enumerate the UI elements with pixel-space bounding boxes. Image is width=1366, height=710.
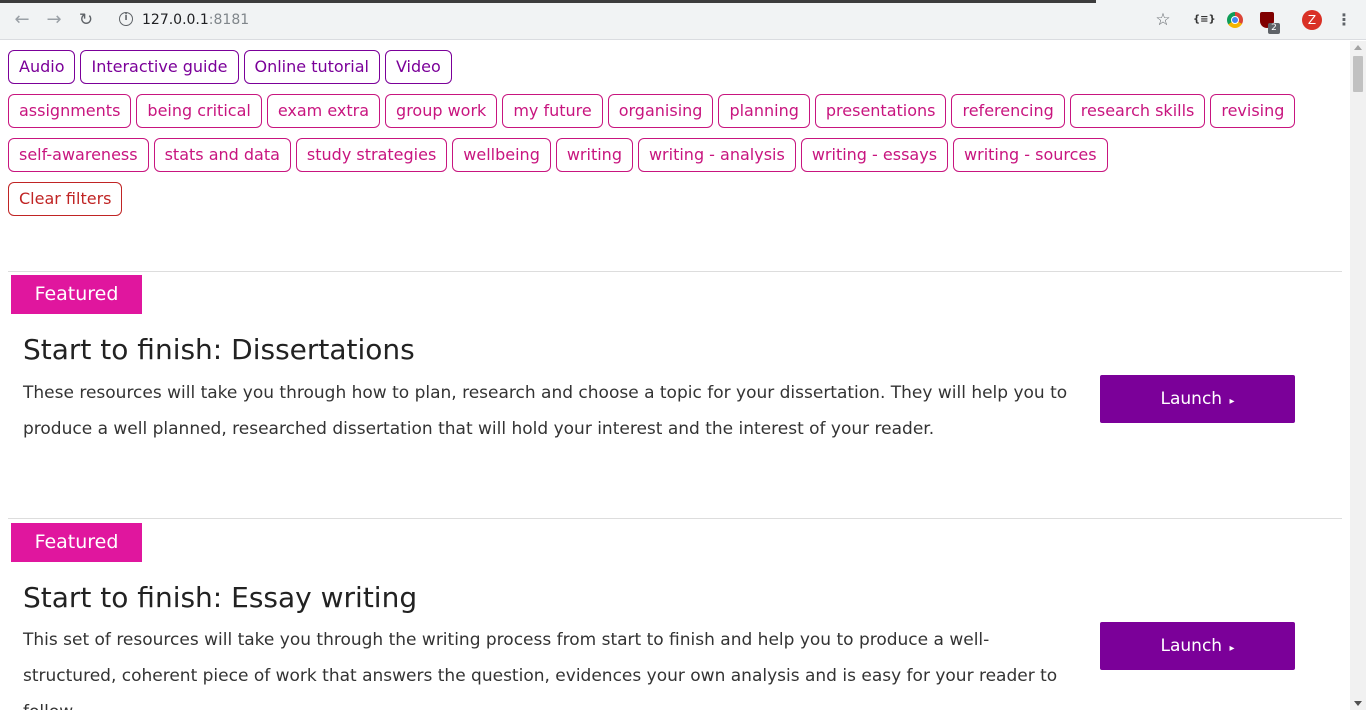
url-port: :8181 — [208, 12, 250, 28]
filter-video[interactable]: Video — [384, 50, 452, 84]
filter-writing-essays[interactable]: writing - essays — [800, 138, 949, 172]
filter-revising[interactable]: revising — [1210, 94, 1296, 128]
json-viewer-extension-icon[interactable]: {≡} — [1193, 10, 1216, 30]
filter-research-skills[interactable]: research skills — [1069, 94, 1206, 128]
url-host: 127.0.0.1 — [142, 12, 209, 28]
topic-filter-row-2: self-awareness stats and data study stra… — [8, 138, 1108, 172]
caret-right-icon: ▸ — [1229, 396, 1235, 407]
filter-writing-sources[interactable]: writing - sources — [953, 138, 1108, 172]
browser-toolbar: ← → ↻ i 127.0.0.1:8181 ☆ {≡} 2 Z ⋮ — [0, 0, 1366, 40]
page-content: Audio Interactive guide Online tutorial … — [0, 41, 1350, 710]
filter-online-tutorial[interactable]: Online tutorial — [243, 50, 380, 84]
filter-self-awareness[interactable]: self-awareness — [8, 138, 149, 172]
filter-stats-and-data[interactable]: stats and data — [153, 138, 291, 172]
launch-label: Launch — [1160, 389, 1223, 409]
color-picker-extension-icon[interactable] — [1227, 12, 1243, 28]
filter-being-critical[interactable]: being critical — [136, 94, 262, 128]
card-title: Start to finish: Essay writing — [23, 581, 418, 614]
filter-audio[interactable]: Audio — [8, 50, 76, 84]
profile-avatar[interactable]: Z — [1302, 10, 1322, 30]
caret-right-icon: ▸ — [1229, 643, 1235, 654]
ublock-count-badge: 2 — [1268, 23, 1280, 34]
type-filter-row: Audio Interactive guide Online tutorial … — [8, 50, 452, 84]
address-bar[interactable]: 127.0.0.1:8181 — [142, 11, 249, 29]
filter-my-future[interactable]: my future — [502, 94, 603, 128]
page-scrollbar[interactable] — [1350, 41, 1366, 710]
filter-referencing[interactable]: referencing — [951, 94, 1065, 128]
site-info-icon[interactable]: i — [119, 12, 133, 26]
bookmark-star-icon[interactable]: ☆ — [1154, 10, 1172, 30]
filter-group-work[interactable]: group work — [385, 94, 498, 128]
filter-planning[interactable]: planning — [718, 94, 810, 128]
back-button[interactable]: ← — [12, 10, 32, 30]
card-description: This set of resources will take you thro… — [23, 630, 1058, 710]
topic-filter-row-1: assignments being critical exam extra gr… — [8, 94, 1296, 128]
scroll-up-arrow-icon[interactable] — [1354, 45, 1362, 50]
filter-writing-analysis[interactable]: writing - analysis — [637, 138, 796, 172]
launch-button[interactable]: Launch ▸ — [1100, 375, 1295, 423]
filter-interactive-guide[interactable]: Interactive guide — [80, 50, 239, 84]
featured-badge: Featured — [11, 523, 142, 562]
forward-button[interactable]: → — [44, 10, 64, 30]
launch-button[interactable]: Launch ▸ — [1100, 622, 1295, 670]
tab-strip-edge — [0, 0, 1096, 3]
card-title: Start to finish: Dissertations — [23, 333, 415, 366]
clear-filters-button[interactable]: Clear filters — [8, 182, 123, 216]
launch-label: Launch — [1160, 636, 1223, 656]
scroll-down-arrow-icon[interactable] — [1354, 701, 1362, 706]
filter-study-strategies[interactable]: study strategies — [295, 138, 448, 172]
filter-assignments[interactable]: assignments — [8, 94, 132, 128]
card-divider — [8, 518, 1342, 519]
filter-writing[interactable]: writing — [555, 138, 633, 172]
filter-exam-extra[interactable]: exam extra — [266, 94, 381, 128]
card-description: These resources will take you through ho… — [23, 383, 1068, 439]
featured-badge: Featured — [11, 275, 142, 314]
browser-menu-icon[interactable]: ⋮ — [1336, 10, 1352, 30]
filter-organising[interactable]: organising — [607, 94, 714, 128]
scrollbar-thumb[interactable] — [1353, 56, 1363, 92]
clear-filter-row: Clear filters — [8, 182, 123, 216]
filter-wellbeing[interactable]: wellbeing — [452, 138, 551, 172]
filter-presentations[interactable]: presentations — [814, 94, 947, 128]
card-divider — [8, 271, 1342, 272]
reload-button[interactable]: ↻ — [76, 10, 96, 30]
